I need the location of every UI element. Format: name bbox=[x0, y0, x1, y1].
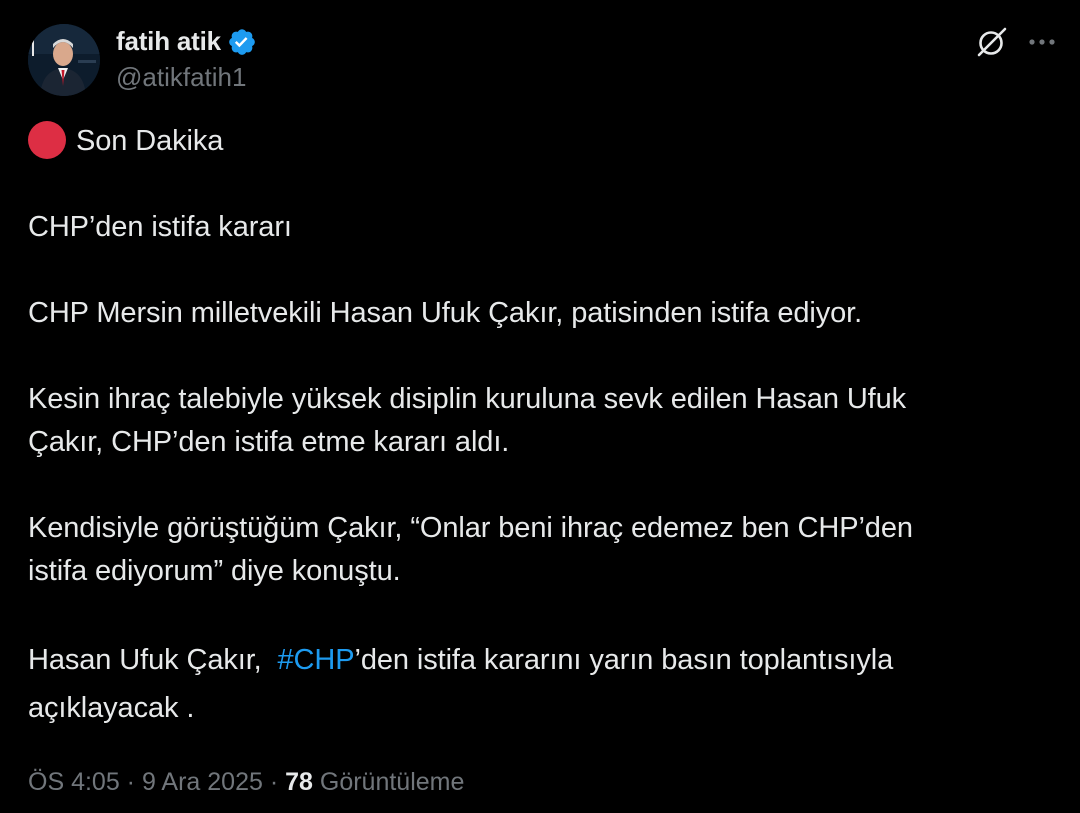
author-name-row: fatih atik bbox=[116, 26, 257, 57]
paragraph-4-line-2: açıklayacak . bbox=[28, 692, 195, 724]
paragraph-2-line-2: Çakır, CHP’den istifa etme kararı aldı. bbox=[28, 426, 510, 458]
tweet-text: Son Dakika CHP’den istifa kararı CHP Mer… bbox=[28, 120, 1038, 732]
views-count: 78 bbox=[285, 768, 313, 796]
paragraph-4-suffix: ’den istifa kararını yarın basın toplant… bbox=[354, 644, 894, 676]
hashtag-link[interactable]: #CHP bbox=[278, 644, 355, 676]
author-display-name[interactable]: fatih atik bbox=[116, 26, 221, 57]
more-dots-icon[interactable] bbox=[1024, 24, 1060, 60]
paragraph-2-line-1: Kesin ihraç talebiyle yüksek disiplin ku… bbox=[28, 383, 907, 415]
breaking-line: Son Dakika bbox=[28, 120, 1038, 163]
tweet-meta: ÖS 4:05 · 9 Ara 2025 · 78 Görüntüleme bbox=[28, 768, 464, 797]
meta-separator: · bbox=[119, 768, 142, 796]
paragraph-3-line-1: Kendisiyle görüştüğüm Çakır, “Onlar beni… bbox=[28, 512, 913, 544]
red-circle-icon bbox=[28, 121, 66, 159]
paragraph-3: Kendisiyle görüştüğüm Çakır, “Onlar beni… bbox=[28, 507, 1038, 593]
post-time[interactable]: ÖS 4:05 bbox=[28, 768, 120, 796]
paragraph-1: CHP Mersin milletvekili Hasan Ufuk Çakır… bbox=[28, 297, 863, 329]
paragraph-3-line-2: istifa ediyorum” diye konuştu. bbox=[28, 555, 401, 587]
breaking-label: Son Dakika bbox=[76, 125, 224, 157]
paragraph-4-prefix: Hasan Ufuk Çakır, bbox=[28, 644, 278, 676]
tweet: fatih atik @atikfatih1 Son Dakika CHP’de… bbox=[0, 0, 1080, 813]
views-label: Görüntüleme bbox=[319, 768, 465, 796]
paragraph-2: Kesin ihraç talebiyle yüksek disiplin ku… bbox=[28, 378, 1038, 464]
avatar[interactable] bbox=[28, 24, 100, 96]
verified-badge-icon[interactable] bbox=[227, 27, 257, 57]
avatar-image bbox=[28, 24, 100, 96]
headline: CHP’den istifa kararı bbox=[28, 211, 292, 243]
paragraph-4: Hasan Ufuk Çakır, #CHP’den istifa kararı… bbox=[28, 636, 1038, 732]
grok-icon[interactable] bbox=[974, 24, 1010, 60]
author-handle[interactable]: @atikfatih1 bbox=[116, 62, 246, 93]
meta-separator-2: · bbox=[262, 768, 286, 796]
post-date[interactable]: 9 Ara 2025 bbox=[142, 768, 263, 796]
